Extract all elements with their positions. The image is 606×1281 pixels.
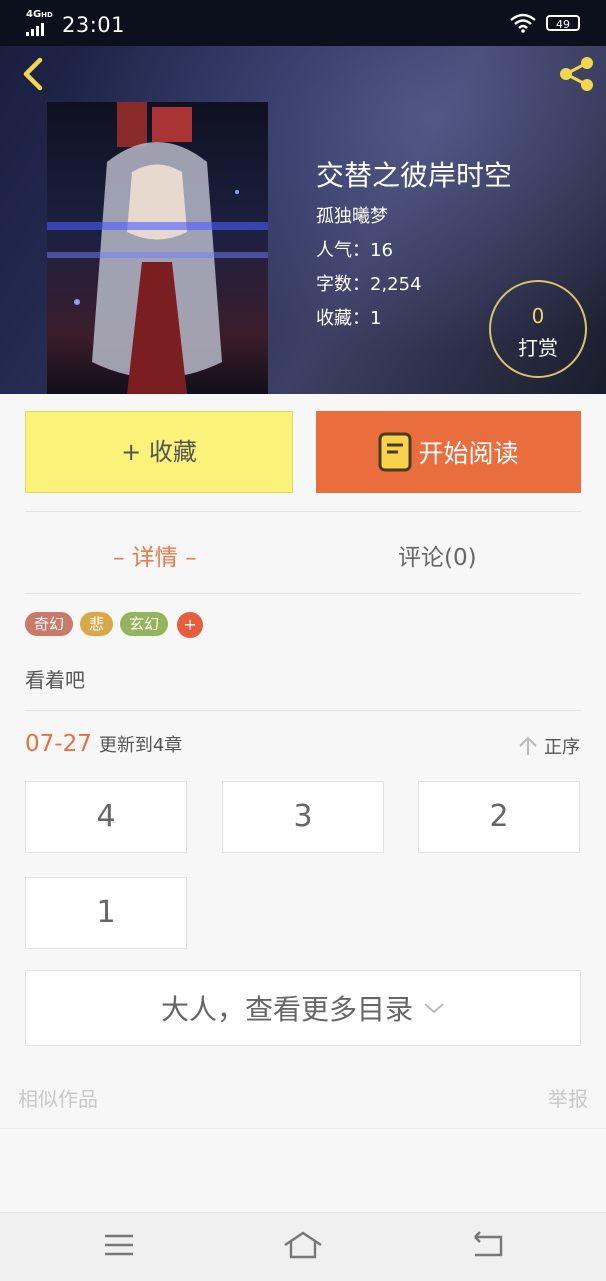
divider — [25, 593, 581, 594]
book-header: 交替之彼岸时空 孤独曦梦 人气：16 字数：2,254 收藏：1 0 打赏 — [0, 46, 606, 394]
chapter-item[interactable]: 4 — [25, 781, 187, 853]
share-icon — [560, 57, 593, 91]
tip-count: 0 — [531, 304, 545, 328]
system-nav-bar — [0, 1212, 606, 1281]
arrow-up-icon — [519, 736, 537, 755]
add-to-collection-button[interactable]: + 收藏 — [25, 411, 293, 493]
sort-order-label: 正序 — [544, 737, 580, 758]
book-icon — [378, 432, 412, 472]
similar-works-heading: 相似作品 — [18, 1087, 98, 1111]
network-indicator: 4GHD — [26, 10, 56, 40]
tip-button[interactable]: 0 打赏 — [489, 280, 587, 378]
book-cover[interactable] — [47, 102, 268, 394]
start-reading-button[interactable]: 开始阅读 — [316, 411, 581, 493]
battery-indicator: 49 — [546, 15, 580, 31]
tip-label: 打赏 — [518, 336, 558, 360]
divider — [25, 710, 581, 711]
book-title: 交替之彼岸时空 — [316, 159, 513, 192]
add-tag-button[interactable]: + — [177, 612, 204, 638]
home-icon — [284, 1231, 322, 1259]
tag-chip[interactable]: 悲 — [80, 612, 114, 636]
favorites-stat: 收藏：1 — [316, 308, 382, 329]
chevron-down-icon — [424, 1003, 444, 1014]
network-label: 4G — [26, 9, 42, 20]
share-button[interactable] — [556, 54, 596, 94]
chapter-item[interactable]: 1 — [25, 877, 187, 949]
view-more-catalog-button[interactable]: 大人，查看更多目录 — [25, 970, 581, 1046]
sort-order-toggle[interactable]: 正序 — [518, 733, 580, 759]
divider — [25, 511, 581, 512]
home-button[interactable] — [283, 1229, 323, 1261]
popularity-stat: 人气：16 — [316, 240, 393, 261]
tab-comments[interactable]: 评论(0) — [398, 538, 477, 572]
word-count-stat: 字数：2,254 — [316, 274, 422, 295]
tag-list: 奇幻 悲 玄幻 + — [25, 612, 204, 638]
update-text: 更新到4章 — [98, 735, 183, 756]
divider — [0, 1128, 606, 1129]
network-sublabel: HD — [41, 11, 53, 19]
back-button[interactable] — [16, 56, 52, 92]
chevron-left-icon — [23, 57, 43, 91]
tab-detail[interactable]: – 详情 – — [113, 538, 197, 572]
status-bar: 4GHD 23:01 49 — [0, 0, 606, 46]
back-icon — [474, 1231, 503, 1257]
clock: 23:01 — [62, 13, 126, 37]
view-more-catalog-label: 大人，查看更多目录 — [160, 993, 413, 1026]
book-description: 看着吧 — [25, 668, 85, 692]
report-link[interactable]: 举报 — [548, 1083, 588, 1112]
signal-icon — [26, 22, 44, 36]
tag-chip[interactable]: 玄幻 — [120, 612, 169, 636]
tag-chip[interactable]: 奇幻 — [25, 612, 74, 636]
chapter-item[interactable]: 3 — [222, 781, 384, 853]
book-author[interactable]: 孤独曦梦 — [316, 202, 388, 228]
menu-button[interactable] — [99, 1229, 139, 1261]
update-info: 07-27 更新到4章 — [25, 731, 182, 757]
update-date: 07-27 — [25, 731, 92, 757]
menu-icon — [105, 1234, 133, 1256]
wifi-icon — [510, 13, 536, 33]
back-nav-button[interactable] — [467, 1229, 507, 1261]
start-reading-label: 开始阅读 — [418, 439, 519, 468]
chapter-item[interactable]: 2 — [418, 781, 580, 853]
